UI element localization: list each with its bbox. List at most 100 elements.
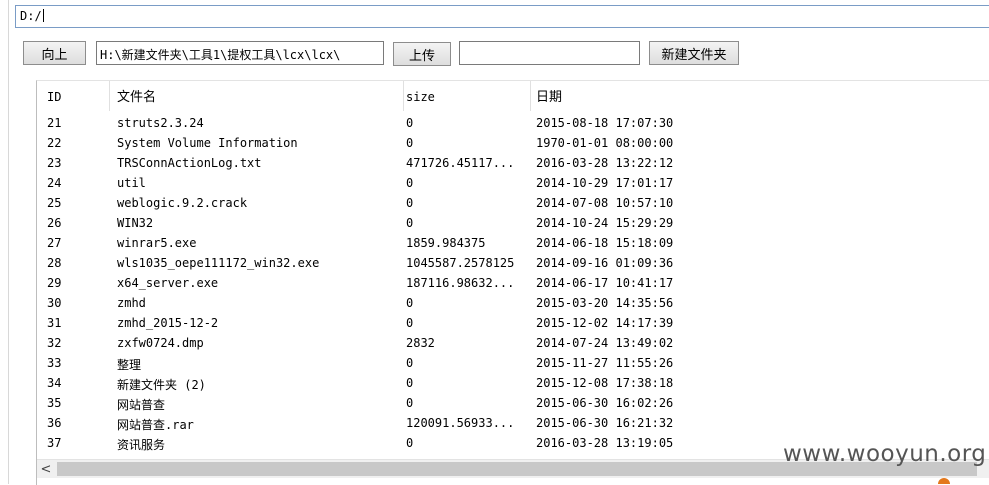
cell-id: 30 xyxy=(47,296,62,310)
cell-date: 1970-01-01 08:00:00 xyxy=(536,136,674,150)
cell-size: 0 xyxy=(406,396,414,410)
cell-size: 120091.56933... xyxy=(406,416,515,430)
cell-date: 2014-09-16 01:09:36 xyxy=(536,256,674,270)
cell-size: 2832 xyxy=(406,336,435,350)
cell-date: 2015-06-30 16:02:26 xyxy=(536,396,674,410)
cell-size: 0 xyxy=(406,316,414,330)
cell-name: 资讯服务 xyxy=(117,438,166,452)
cell-name: zxfw0724.dmp xyxy=(117,336,204,350)
column-header-date[interactable]: 日期 xyxy=(534,81,976,111)
cell-name: zmhd_2015-12-2 xyxy=(117,316,219,330)
table-row[interactable]: 27 winrar5.exe 1859.984375 2014-06-18 15:18… xyxy=(37,234,989,254)
directory-path-value: H:\新建文件夹\工具1\提权工具\lcx\lcx\ xyxy=(100,48,341,62)
cell-id: 28 xyxy=(47,256,62,270)
cell-id: 37 xyxy=(47,436,62,450)
cell-name: winrar5.exe xyxy=(117,236,197,250)
cell-date: 2015-06-30 16:21:32 xyxy=(536,416,674,430)
text-caret xyxy=(42,9,44,22)
cell-date: 2015-11-27 11:55:26 xyxy=(536,356,674,370)
cell-name: 整理 xyxy=(117,358,142,372)
new-folder-button-label: 新建文件夹 xyxy=(661,47,727,63)
cell-size: 0 xyxy=(406,296,414,310)
table-row[interactable]: 22 System Volume Information 0 1970-01-01 0… xyxy=(37,134,989,154)
cell-size: 0 xyxy=(406,196,414,210)
table-row[interactable]: 32 zxfw0724.dmp 2832 2014-07-24 13:49:02 xyxy=(37,334,989,354)
path-input[interactable]: D:/ xyxy=(15,5,989,28)
table-row[interactable]: 36 网站普查.rar 120091.56933... 2015-06-30 16:2… xyxy=(37,414,989,434)
cell-date: 2014-06-17 10:41:17 xyxy=(536,276,674,290)
cell-name: x64_server.exe xyxy=(117,276,219,290)
cell-name: 新建文件夹 (2) xyxy=(117,378,206,392)
path-input-value: D:/ xyxy=(20,9,42,23)
cell-size: 0 xyxy=(406,376,414,390)
file-list: ID 文件名 size 日期 21 struts2.3.24 0 2015-08-18… xyxy=(36,80,989,485)
cell-size: 0 xyxy=(406,436,414,450)
new-folder-button[interactable]: 新建文件夹 xyxy=(649,41,739,65)
cell-name: 网站普查.rar xyxy=(117,418,194,432)
up-button[interactable]: 向上 xyxy=(23,41,86,65)
table-row[interactable]: 35 网站普查 0 2015-06-30 16:02:26 xyxy=(37,394,989,414)
cell-id: 26 xyxy=(47,216,62,230)
cell-size: 1859.984375 xyxy=(406,236,486,250)
cell-date: 2015-03-20 14:35:56 xyxy=(536,296,674,310)
cell-date: 2014-10-29 17:01:17 xyxy=(536,176,674,190)
cell-id: 36 xyxy=(47,416,62,430)
cell-name: util xyxy=(117,176,146,190)
column-header-size[interactable]: size xyxy=(404,81,531,111)
cell-date: 2014-07-24 13:49:02 xyxy=(536,336,674,350)
cell-date: 2016-03-28 13:19:05 xyxy=(536,436,674,450)
upload-button-label: 上传 xyxy=(408,48,435,64)
watermark: www.wooyun.org xyxy=(783,441,987,467)
cell-size: 0 xyxy=(406,116,414,130)
cell-size: 0 xyxy=(406,356,414,370)
cell-id: 29 xyxy=(47,276,62,290)
column-header-name[interactable]: 文件名 xyxy=(115,81,404,111)
cell-name: zmhd xyxy=(117,296,146,310)
file-list-rows: 21 struts2.3.24 0 2015-08-18 17:07:30 22 Sys… xyxy=(37,114,989,454)
cell-id: 34 xyxy=(47,376,62,390)
cell-id: 32 xyxy=(47,336,62,350)
upload-button[interactable]: 上传 xyxy=(393,42,451,66)
table-row[interactable]: 28 wls1035_oepe111172_win32.exe 1045587.25… xyxy=(37,254,989,274)
cell-size: 471726.45117... xyxy=(406,156,515,170)
cell-date: 2016-03-28 13:22:12 xyxy=(536,156,674,170)
cell-date: 2015-12-08 17:38:18 xyxy=(536,376,674,390)
cell-size: 0 xyxy=(406,136,414,150)
cell-name: TRSConnActionLog.txt xyxy=(117,156,262,170)
table-row[interactable]: 33 整理 0 2015-11-27 11:55:26 xyxy=(37,354,989,374)
table-row[interactable]: 29 x64_server.exe 187116.98632... 2014-06-1… xyxy=(37,274,989,294)
cell-name: System Volume Information xyxy=(117,136,298,150)
chevron-left-icon[interactable]: < xyxy=(37,460,55,478)
table-row[interactable]: 31 zmhd_2015-12-2 0 2015-12-02 14:17:39 xyxy=(37,314,989,334)
table-row[interactable]: 30 zmhd 0 2015-03-20 14:35:56 xyxy=(37,294,989,314)
cell-name: WIN32 xyxy=(117,216,154,230)
cell-size: 0 xyxy=(406,216,414,230)
table-row[interactable]: 26 WIN32 0 2014-10-24 15:29:29 xyxy=(37,214,989,234)
table-row[interactable]: 34 新建文件夹 (2) 0 2015-12-08 17:38:18 xyxy=(37,374,989,394)
directory-path-input[interactable]: H:\新建文件夹\工具1\提权工具\lcx\lcx\ xyxy=(96,41,384,65)
file-list-header: ID 文件名 size 日期 xyxy=(37,81,989,111)
table-row[interactable]: 23 TRSConnActionLog.txt 471726.45117... 201… xyxy=(37,154,989,174)
cell-date: 2014-07-08 10:57:10 xyxy=(536,196,674,210)
column-header-id[interactable]: ID xyxy=(45,81,110,111)
cell-size: 187116.98632... xyxy=(406,276,515,290)
table-row[interactable]: 21 struts2.3.24 0 2015-08-18 17:07:30 xyxy=(37,114,989,134)
cell-date: 2014-10-24 15:29:29 xyxy=(536,216,674,230)
cell-id: 35 xyxy=(47,396,62,410)
cell-id: 23 xyxy=(47,156,62,170)
cell-id: 21 xyxy=(47,116,62,130)
new-folder-name-input[interactable] xyxy=(459,41,640,65)
cell-date: 2015-08-18 17:07:30 xyxy=(536,116,674,130)
corner-decoration xyxy=(938,478,950,484)
cell-name: 网站普查 xyxy=(117,398,166,412)
cell-size: 0 xyxy=(406,176,414,190)
cell-id: 22 xyxy=(47,136,62,150)
cell-id: 31 xyxy=(47,316,62,330)
cell-date: 2014-06-18 15:18:09 xyxy=(536,236,674,250)
cell-date: 2015-12-02 14:17:39 xyxy=(536,316,674,330)
up-button-label: 向上 xyxy=(41,47,68,63)
cell-id: 33 xyxy=(47,356,62,370)
table-row[interactable]: 25 weblogic.9.2.crack 0 2014-07-08 10:57:10 xyxy=(37,194,989,214)
table-row[interactable]: 24 util 0 2014-10-29 17:01:17 xyxy=(37,174,989,194)
cell-name: struts2.3.24 xyxy=(117,116,204,130)
